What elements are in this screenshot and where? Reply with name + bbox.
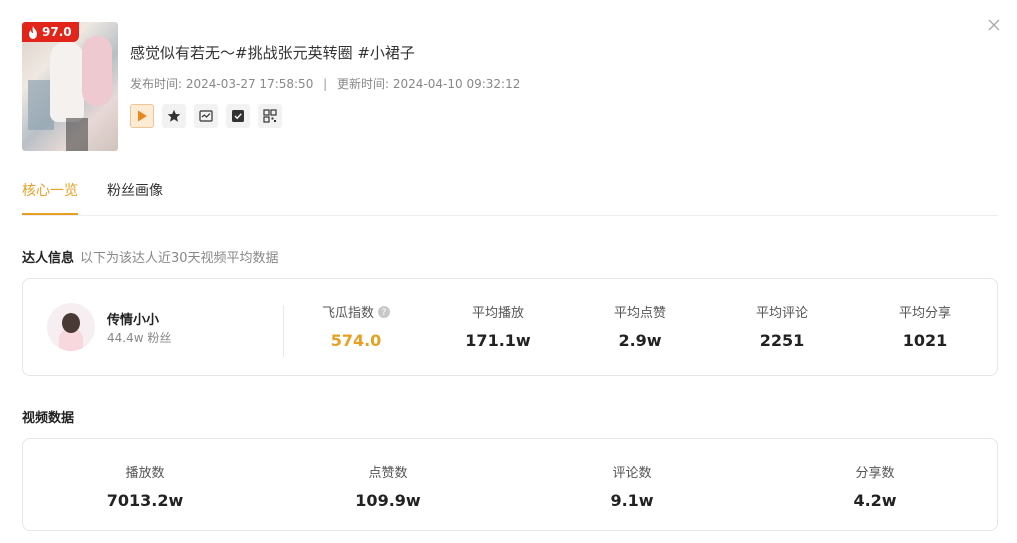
video-header: 97.0 感觉似有若无～#挑战张元英转圈 #小裙子 发布时间: 2024-03-… [22, 22, 962, 152]
analysis-button[interactable] [226, 104, 250, 128]
favorite-button[interactable] [162, 104, 186, 128]
stat-value: 171.1w [465, 331, 531, 350]
heat-badge: 97.0 [22, 22, 79, 42]
influencer-name[interactable]: 传情小小 [107, 309, 159, 328]
divider [283, 305, 284, 357]
stat-avg-like: 平均点赞 2.9w [593, 302, 687, 350]
stat-value: 4.2w [853, 491, 897, 510]
video-title: 感觉似有若无～#挑战张元英转圈 #小裙子 [130, 44, 415, 62]
publish-label: 发布时间: [130, 77, 183, 91]
qrcode-button[interactable] [258, 104, 282, 128]
heat-score: 97.0 [42, 25, 72, 39]
stat-label: 播放数 [125, 466, 165, 481]
stat-label: 飞瓜指数 [321, 306, 374, 321]
video-thumbnail[interactable]: 97.0 [22, 22, 118, 151]
play-button[interactable] [130, 104, 154, 128]
stat-avg-share: 平均分享 1021 [878, 302, 972, 350]
stat-label: 点赞数 [368, 466, 408, 481]
stat-label: 平均评论 [755, 306, 808, 321]
close-button[interactable] [986, 17, 1002, 33]
video-meta: 发布时间: 2024-03-27 17:58:50 | 更新时间: 2024-0… [130, 75, 520, 92]
star-icon [167, 109, 181, 122]
stat-value: 2251 [759, 331, 805, 350]
video-section-title: 视频数据 [22, 411, 75, 426]
stat-value: 109.9w [355, 491, 421, 510]
meta-separator: | [323, 77, 328, 91]
qrcode-icon [263, 109, 277, 123]
update-label: 更新时间: [337, 77, 390, 91]
video-data-card: 播放数 7013.2w 点赞数 109.9w 评论数 9.1w 分享数 4.2w [22, 438, 998, 531]
tab-overview[interactable]: 核心一览 [22, 180, 78, 200]
stat-avg-comment: 平均评论 2251 [735, 302, 829, 350]
play-icon [138, 110, 147, 122]
stat-value: 1021 [902, 331, 948, 350]
action-bar [130, 104, 282, 128]
stat-label: 评论数 [612, 466, 652, 481]
stat-like-count: 点赞数 109.9w [328, 462, 448, 510]
update-time: 2024-04-10 09:32:12 [392, 77, 521, 91]
active-tab-indicator [22, 213, 78, 215]
stat-feigua-index: 飞瓜指数 ? 574.0 [309, 302, 403, 350]
influencer-section-heading: 达人信息 [22, 251, 75, 266]
stat-value: 2.9w [618, 331, 662, 350]
flame-icon [29, 25, 37, 39]
check-icon [232, 110, 244, 122]
trend-icon [199, 110, 213, 122]
stat-comment-count: 评论数 9.1w [572, 462, 692, 510]
stat-value: 9.1w [610, 491, 654, 510]
stat-value: 7013.2w [106, 491, 184, 510]
influencer-section-title: 达人信息 以下为该达人近30天视频平均数据 [22, 247, 279, 266]
stat-value: 574.0 [330, 331, 382, 350]
influencer-fans: 44.4w 粉丝 [107, 331, 172, 345]
publish-time: 2024-03-27 17:58:50 [185, 77, 314, 91]
stat-play-count: 播放数 7013.2w [85, 462, 205, 510]
influencer-section-subtitle: 以下为该达人近30天视频平均数据 [80, 251, 279, 266]
stat-avg-play: 平均播放 171.1w [451, 302, 545, 350]
close-icon [988, 19, 1000, 31]
tab-bar: 核心一览 粉丝画像 [22, 176, 998, 216]
trend-button[interactable] [194, 104, 218, 128]
help-icon[interactable]: ? [378, 305, 390, 318]
svg-text:?: ? [382, 308, 387, 318]
stat-label: 平均播放 [471, 306, 524, 321]
stat-label: 分享数 [855, 466, 895, 481]
avatar[interactable] [47, 303, 95, 351]
stat-label: 平均点赞 [613, 306, 666, 321]
stat-share-count: 分享数 4.2w [815, 462, 935, 510]
influencer-card: 传情小小 44.4w 粉丝 飞瓜指数 ? 574.0 平均播放 171.1w 平… [22, 278, 998, 376]
tab-fan-profile[interactable]: 粉丝画像 [107, 180, 163, 200]
stat-label: 平均分享 [898, 306, 951, 321]
